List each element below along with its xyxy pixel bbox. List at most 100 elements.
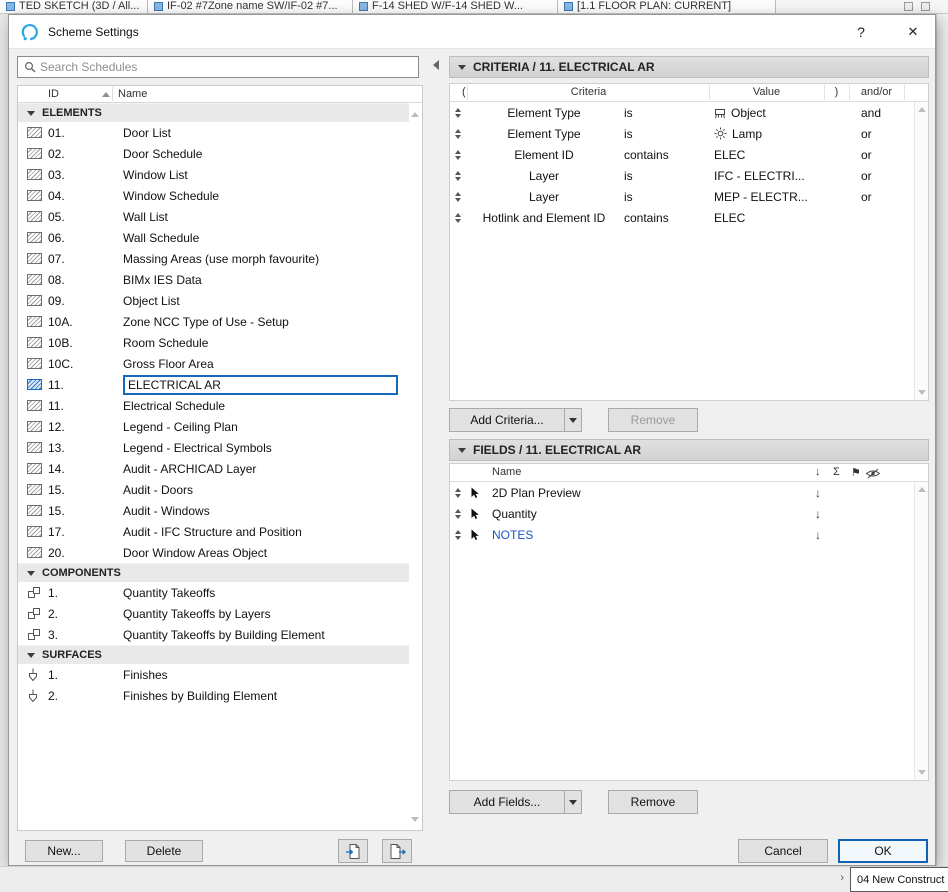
list-item[interactable]: 09. Object List (18, 290, 409, 311)
fields-scrollbar[interactable] (914, 482, 928, 780)
list-item[interactable]: 13. Legend - Electrical Symbols (18, 437, 409, 458)
list-item[interactable]: 07. Massing Areas (use morph favourite) (18, 248, 409, 269)
list-item[interactable]: 06. Wall Schedule (18, 227, 409, 248)
list-item[interactable]: 08. BIMx IES Data (18, 269, 409, 290)
scroll-down-icon[interactable] (411, 817, 419, 822)
add-criteria-dropdown[interactable] (564, 408, 582, 432)
scroll-down-icon[interactable] (918, 390, 926, 395)
field-name[interactable]: 2D Plan Preview (492, 482, 581, 503)
list-item[interactable]: 15. Audit - Doors (18, 479, 409, 500)
column-divider[interactable] (112, 87, 113, 101)
criteria-row[interactable]: Element Type is Object and (450, 102, 928, 123)
criteria-name[interactable]: Hotlink and Element ID (468, 207, 620, 228)
list-item[interactable]: 20. Door Window Areas Object (18, 542, 409, 563)
cancel-button[interactable]: Cancel (738, 839, 828, 863)
list-item[interactable]: 03. Window List (18, 164, 409, 185)
dialog-titlebar[interactable]: Scheme Settings ? ✕ (9, 15, 935, 49)
sort-direction-icon[interactable]: ↓ (815, 466, 821, 478)
column-header-id[interactable]: ID (48, 88, 59, 100)
background-tab[interactable]: [1.1 FLOOR PLAN: CURRENT] (558, 0, 776, 13)
list-item[interactable]: 02. Door Schedule (18, 143, 409, 164)
criteria-name[interactable]: Layer (468, 186, 620, 207)
list-item[interactable]: 15. Audit - Windows (18, 500, 409, 521)
field-name[interactable]: Quantity (492, 503, 537, 524)
list-item[interactable]: 04. Window Schedule (18, 185, 409, 206)
criteria-andor[interactable]: or (849, 144, 904, 165)
reorder-handle-icon[interactable] (455, 186, 461, 207)
group-header-surfaces[interactable]: SURFACES (18, 645, 409, 664)
criteria-andor[interactable] (849, 207, 904, 228)
list-item[interactable]: 12. Legend - Ceiling Plan (18, 416, 409, 437)
background-tab[interactable]: F-14 SHED W/F-14 SHED W... (353, 0, 558, 13)
reorder-handle-icon[interactable] (455, 482, 461, 503)
add-fields-button[interactable]: Add Fields... (449, 790, 565, 814)
list-item[interactable]: 17. Audit - IFC Structure and Position (18, 521, 409, 542)
add-fields-dropdown[interactable] (564, 790, 582, 814)
criteria-section-header[interactable]: CRITERIA / 11. ELECTRICAL AR (449, 56, 929, 78)
criteria-row[interactable]: Element ID contains ELEC or (450, 144, 928, 165)
criteria-operator[interactable]: contains (620, 207, 709, 228)
criteria-name[interactable]: Element ID (468, 144, 620, 165)
reorder-handle-icon[interactable] (455, 524, 461, 545)
group-header-elements[interactable]: ELEMENTS (18, 103, 409, 122)
column-header-name[interactable]: Name (118, 88, 147, 100)
list-item[interactable]: 10C. Gross Floor Area (18, 353, 409, 374)
criteria-operator[interactable]: is (620, 123, 709, 144)
criteria-operator[interactable]: is (620, 165, 709, 186)
criteria-row[interactable]: Hotlink and Element ID contains ELEC (450, 207, 928, 228)
list-item[interactable]: 14. Audit - ARCHICAD Layer (18, 458, 409, 479)
scroll-up-icon[interactable] (918, 107, 926, 112)
criteria-andor[interactable]: and (849, 102, 904, 123)
criteria-andor[interactable]: or (849, 186, 904, 207)
new-button[interactable]: New... (25, 840, 103, 862)
close-icon[interactable]: ✕ (899, 20, 927, 44)
collapse-triangle-icon[interactable] (27, 652, 35, 658)
criteria-name[interactable]: Element Type (468, 102, 620, 123)
delete-button[interactable]: Delete (125, 840, 203, 862)
field-row[interactable]: 2D Plan Preview ↓ (450, 482, 928, 503)
rename-input[interactable]: ELECTRICAL AR (123, 374, 398, 395)
field-name[interactable]: NOTES (492, 524, 533, 545)
criteria-value[interactable]: IFC - ELECTRI... (709, 165, 824, 186)
status-expander-icon[interactable]: › (840, 872, 844, 884)
criteria-andor[interactable]: or (849, 165, 904, 186)
reorder-handle-icon[interactable] (455, 123, 461, 144)
schedule-list-header[interactable]: ID Name (18, 86, 422, 103)
field-row[interactable]: Quantity ↓ (450, 503, 928, 524)
group-header-components[interactable]: COMPONENTS (18, 563, 409, 582)
scroll-down-icon[interactable] (918, 770, 926, 775)
export-scheme-button[interactable] (382, 839, 412, 863)
criteria-scrollbar[interactable] (914, 102, 928, 400)
criteria-operator[interactable]: contains (620, 144, 709, 165)
help-icon[interactable]: ? (847, 20, 875, 44)
reorder-handle-icon[interactable] (455, 144, 461, 165)
search-input[interactable] (40, 60, 418, 74)
background-tab[interactable]: TED SKETCH (3D / All... (0, 0, 148, 13)
criteria-value[interactable]: Lamp (709, 123, 824, 144)
criteria-name[interactable]: Layer (468, 165, 620, 186)
list-item[interactable]: 2. Quantity Takeoffs by Layers (18, 603, 409, 624)
reorder-handle-icon[interactable] (455, 503, 461, 524)
pencil-icon[interactable] (904, 2, 913, 11)
list-item[interactable]: 2. Finishes by Building Element (18, 685, 409, 706)
criteria-operator[interactable]: is (620, 186, 709, 207)
criteria-value[interactable]: MEP - ELECTR... (709, 186, 824, 207)
criteria-value[interactable]: Object (709, 102, 824, 123)
criteria-row[interactable]: Layer is IFC - ELECTRI... or (450, 165, 928, 186)
scroll-up-icon[interactable] (918, 487, 926, 492)
criteria-value[interactable]: ELEC (709, 207, 824, 228)
collapse-triangle-icon[interactable] (27, 570, 35, 576)
field-row[interactable]: NOTES ↓ (450, 524, 928, 545)
list-item[interactable]: 11. Electrical Schedule (18, 395, 409, 416)
fields-section-header[interactable]: FIELDS / 11. ELECTRICAL AR (449, 439, 929, 461)
hide-icon[interactable] (865, 468, 881, 482)
list-item[interactable]: 10A. Zone NCC Type of Use - Setup (18, 311, 409, 332)
status-layer-box[interactable]: 04 New Construct (850, 867, 948, 892)
criteria-name[interactable]: Element Type (468, 123, 620, 144)
reorder-handle-icon[interactable] (455, 207, 461, 228)
sort-direction-icon[interactable]: ↓ (815, 503, 821, 524)
reorder-handle-icon[interactable] (455, 102, 461, 123)
criteria-operator[interactable]: is (620, 102, 709, 123)
criteria-row[interactable]: Layer is MEP - ELECTR... or (450, 186, 928, 207)
list-item[interactable]: 1. Finishes (18, 664, 409, 685)
